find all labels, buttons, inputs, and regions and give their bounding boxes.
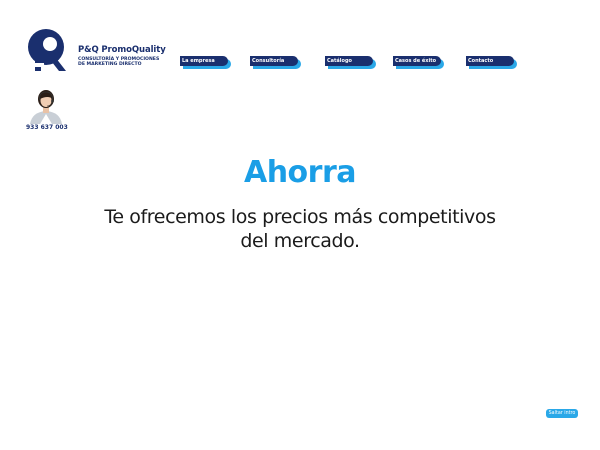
nav-item-consultoria[interactable]: Consultoría [250,56,301,69]
hero-text-line2: del mercado. [240,230,360,252]
brand-tagline-line2: DE MARKETING DIRECTO [78,62,142,68]
nav-item-contacto[interactable]: Contacto [466,56,517,69]
nav-item-label[interactable]: Catálogo [325,56,373,66]
nav-item-la-empresa[interactable]: La empresa [180,56,231,69]
nav-item-label[interactable]: Casos de éxito [393,56,441,66]
nav-item-label[interactable]: La empresa [180,56,228,66]
headset-agent-avatar-icon [28,88,64,124]
brand-name: P&Q PromoQuality [78,45,166,55]
nav-item-label[interactable]: Contacto [466,56,514,66]
brand-tagline: CONSULTORÍA Y PROMOCIONES DE MARKETING D… [78,57,159,68]
main-nav: La empresa Consultoría Catálogo Casos de… [180,56,525,72]
nav-item-catalogo[interactable]: Catálogo [325,56,376,69]
brand-logo[interactable]: P&Q PromoQuality CONSULTORÍA Y PROMOCION… [26,27,196,75]
hero-text: Te ofrecemos los precios más competitivo… [0,205,600,253]
hero-text-line1: Te ofrecemos los precios más competitivo… [104,206,496,228]
pq-logo-icon [28,29,66,71]
nav-item-casos-de-exito[interactable]: Casos de éxito [393,56,444,69]
phone-number: 933 637 003 [26,124,68,131]
skip-intro-button[interactable]: Saltar intro [546,409,578,418]
nav-item-label[interactable]: Consultoría [250,56,298,66]
hero-title: Ahorra [243,155,357,190]
